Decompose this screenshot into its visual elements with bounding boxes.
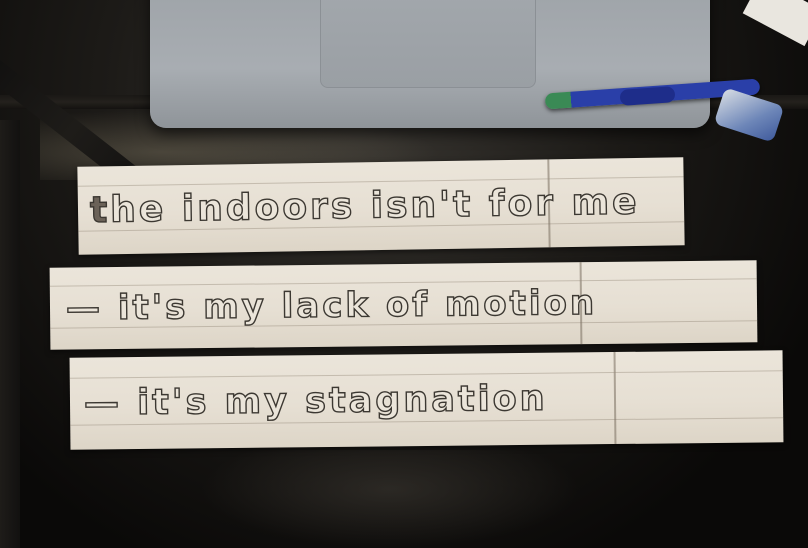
laptop bbox=[150, 0, 710, 128]
glass-reflection bbox=[200, 450, 580, 548]
paper-corner bbox=[742, 0, 808, 47]
paper-strip-3: — it's my stagnation bbox=[69, 350, 784, 450]
paper-strip-1: the indoors isn't for me bbox=[77, 157, 685, 255]
handwritten-phrase-2: — it's my lack of motion bbox=[65, 282, 598, 329]
handwritten-phrase-3: — it's my stagnation bbox=[83, 378, 548, 424]
laptop-trackpad bbox=[320, 0, 536, 88]
paper-strip-2: — it's my lack of motion bbox=[49, 260, 758, 350]
table-frame-leg bbox=[0, 120, 20, 548]
photo-scene: the indoors isn't for me — it's my lack … bbox=[0, 0, 808, 548]
